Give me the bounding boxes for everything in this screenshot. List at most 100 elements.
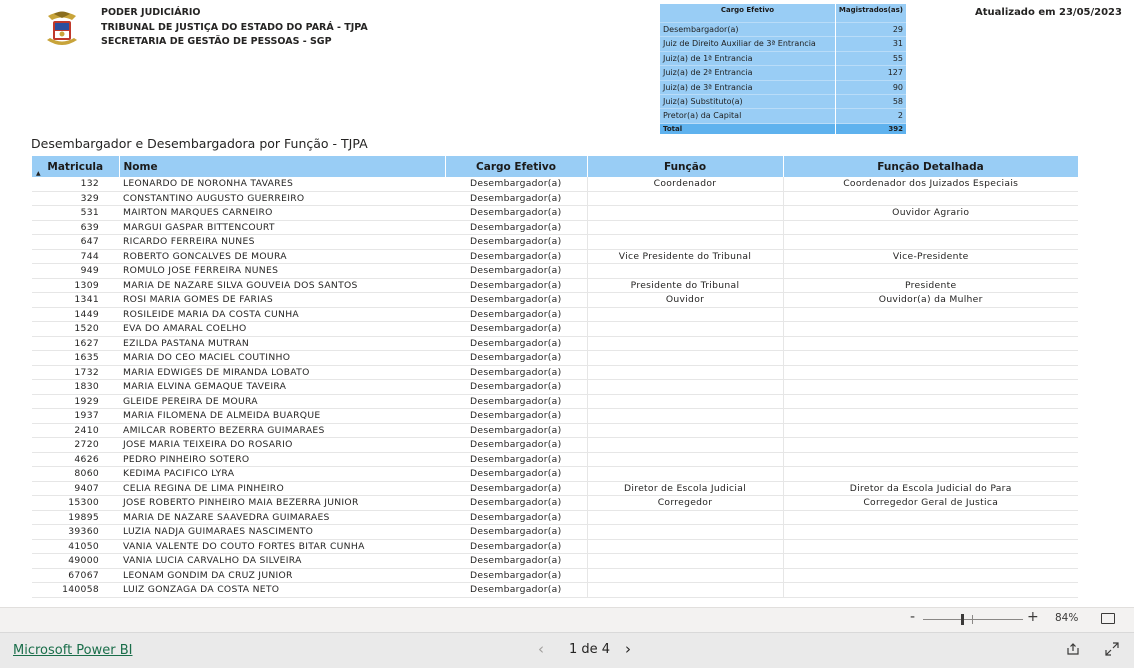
table-row[interactable]: 49000 VANIA LUCIA CARVALHO DA SILVEIRA Des… (32, 553, 1078, 569)
cell-matricula: 1937 (32, 408, 119, 424)
table-row[interactable]: 41050 VANIA VALENTE DO COUTO FORTES BITAR… (32, 539, 1078, 554)
table-row[interactable]: 1309 MARIA DE NAZARE SILVA GOUVEIA DOS SA… (32, 278, 1078, 293)
table-row[interactable]: 744 ROBERTO GONCALVES DE MOURA Desembargad… (32, 249, 1078, 264)
cell-cargo: Desembargador(a) (445, 336, 588, 351)
summary-cargo: Desembargador(a) (660, 21, 836, 37)
table-row[interactable]: 67067 LEONAM GONDIM DA CRUZ JUNIOR Desemba… (32, 568, 1078, 583)
cell-cargo: Desembargador(a) (445, 452, 588, 467)
table-row[interactable]: 39360 LUZIA NADJA GUIMARAES NASCIMENTO Des… (32, 524, 1078, 540)
summary-row[interactable]: Juiz(a) de 3ª Entrancia 90 (660, 79, 906, 95)
column-header-nome[interactable]: Nome (119, 156, 446, 177)
cell-funcao (587, 524, 784, 540)
summary-count: 55 (835, 50, 906, 66)
zoom-out-button[interactable]: - (910, 609, 915, 625)
summary-header-count[interactable]: Magistrados(as) (835, 4, 906, 23)
organization-header: PODER JUDICIÁRIO TRIBUNAL DE JUSTIÇA DO … (101, 6, 368, 50)
power-bi-link[interactable]: Microsoft Power BI (13, 643, 132, 658)
cell-matricula: 531 (32, 205, 119, 221)
cell-cargo: Desembargador(a) (445, 292, 588, 308)
fullscreen-icon[interactable] (1105, 642, 1119, 656)
table-row[interactable]: 1937 MARIA FILOMENA DE ALMEIDA BUARQUE Des… (32, 408, 1078, 424)
zoom-slider-track[interactable] (923, 619, 1023, 620)
cell-cargo: Desembargador(a) (445, 263, 588, 279)
cell-matricula: 41050 (32, 539, 119, 554)
cell-cargo: Desembargador(a) (445, 177, 588, 192)
cell-funcao-detalhada (783, 336, 1078, 351)
table-row[interactable]: 329 CONSTANTINO AUGUSTO GUERREIRO Desembar… (32, 191, 1078, 206)
table-row[interactable]: 1627 EZILDA PASTANA MUTRAN Desembargador(a… (32, 336, 1078, 351)
cell-matricula: 2410 (32, 423, 119, 438)
cell-nome: MARIA ELVINA GEMAQUE TAVEIRA (119, 379, 445, 395)
updated-date: Atualizado em 23/05/2023 (975, 7, 1122, 18)
cell-cargo: Desembargador(a) (445, 249, 588, 264)
summary-row[interactable]: Desembargador(a) 29 (660, 21, 906, 37)
column-header-funcao-detalhada[interactable]: Função Detalhada (783, 156, 1079, 177)
column-header-matricula[interactable]: Matricula (32, 156, 120, 177)
cell-funcao: Corregedor (587, 495, 784, 511)
table-row[interactable]: 1520 EVA DO AMARAL COELHO Desembargador(a) (32, 321, 1078, 337)
summary-row[interactable]: Juiz(a) Substituto(a) 58 (660, 94, 906, 109)
next-page-icon[interactable]: › (625, 640, 631, 658)
sort-ascending-icon[interactable]: ▲ (36, 170, 41, 177)
summary-header-cargo[interactable]: Cargo Efetivo (660, 4, 836, 23)
table-row[interactable]: 1732 MARIA EDWIGES DE MIRANDA LOBATO Desem… (32, 365, 1078, 380)
zoom-in-button[interactable]: + (1027, 609, 1039, 625)
summary-cargo: Juiz(a) Substituto(a) (660, 94, 836, 109)
cell-nome: MARIA DE NAZARE SAAVEDRA GUIMARAES (119, 510, 445, 525)
table-row[interactable]: 8060 KEDIMA PACIFICO LYRA Desembargador(a) (32, 466, 1078, 482)
cell-funcao-detalhada (783, 582, 1078, 598)
summary-row[interactable]: Pretor(a) da Capital 2 (660, 108, 906, 124)
cell-funcao-detalhada: Coordenador dos Juizados Especiais (783, 177, 1078, 192)
summary-row[interactable]: Juiz(a) de 1ª Entrancia 55 (660, 50, 906, 66)
table-row[interactable]: 140058 LUIZ GONZAGA DA COSTA NETO Desembar… (32, 582, 1078, 598)
cell-funcao (587, 191, 784, 206)
cell-funcao-detalhada (783, 539, 1078, 554)
summary-count: 90 (835, 79, 906, 95)
cell-nome: AMILCAR ROBERTO BEZERRA GUIMARAES (119, 423, 445, 438)
table-row[interactable]: 19895 MARIA DE NAZARE SAAVEDRA GUIMARAES D… (32, 510, 1078, 525)
zoom-slider-thumb[interactable] (961, 614, 964, 625)
table-row[interactable]: 4626 PEDRO PINHEIRO SOTERO Desembargador(a… (32, 452, 1078, 467)
cell-nome: PEDRO PINHEIRO SOTERO (119, 452, 445, 467)
cell-nome: EZILDA PASTANA MUTRAN (119, 336, 445, 351)
table-row[interactable]: 15300 JOSE ROBERTO PINHEIRO MAIA BEZERRA … (32, 495, 1078, 511)
cell-funcao (587, 336, 784, 351)
cell-funcao (587, 408, 784, 424)
table-row[interactable]: 2720 JOSE MARIA TEIXEIRA DO ROSARIO Desemb… (32, 437, 1078, 453)
table-row[interactable]: 1635 MARIA DO CEO MACIEL COUTINHO Desembar… (32, 350, 1078, 366)
table-row[interactable]: 1449 ROSILEIDE MARIA DA COSTA CUNHA Desemb… (32, 307, 1078, 322)
cell-funcao-detalhada (783, 553, 1078, 569)
summary-cargo: Pretor(a) da Capital (660, 108, 836, 124)
table-row[interactable]: 647 RICARDO FERREIRA NUNES Desembargador(a… (32, 234, 1078, 250)
cell-nome: ROMULO JOSE FERREIRA NUNES (119, 263, 445, 279)
cell-cargo: Desembargador(a) (445, 437, 588, 453)
table-row[interactable]: 949 ROMULO JOSE FERREIRA NUNES Desembargad… (32, 263, 1078, 279)
table-row[interactable]: 2410 AMILCAR ROBERTO BEZERRA GUIMARAES Des… (32, 423, 1078, 438)
table-row[interactable]: 132 LEONARDO DE NORONHA TAVARES Desembarga… (32, 177, 1078, 192)
cell-matricula: 9407 (32, 481, 119, 496)
summary-row[interactable]: Juiz de Direito Auxiliar de 3ª Entrancia… (660, 36, 906, 52)
summary-total-label: Total (660, 122, 836, 134)
cell-matricula: 949 (32, 263, 119, 279)
cell-nome: MAIRTON MARQUES CARNEIRO (119, 205, 445, 221)
share-icon[interactable] (1066, 642, 1080, 656)
cell-matricula: 8060 (32, 466, 119, 482)
cell-matricula: 1635 (32, 350, 119, 366)
table-row[interactable]: 9407 CELIA REGINA DE LIMA PINHEIRO Desemba… (32, 481, 1078, 496)
cell-cargo: Desembargador(a) (445, 394, 588, 409)
table-row[interactable]: 1929 GLEIDE PEREIRA DE MOURA Desembargador… (32, 394, 1078, 409)
previous-page-icon[interactable]: ‹ (538, 640, 544, 658)
table-row[interactable]: 531 MAIRTON MARQUES CARNEIRO Desembargador… (32, 205, 1078, 221)
fit-to-page-icon[interactable] (1101, 613, 1115, 624)
summary-row[interactable]: Juiz(a) de 2ª Entrancia 127 (660, 65, 906, 81)
cell-funcao-detalhada: Ouvidor Agrario (783, 205, 1078, 221)
column-header-cargo[interactable]: Cargo Efetivo (445, 156, 588, 177)
summary-count: 2 (835, 108, 906, 124)
cell-cargo: Desembargador(a) (445, 365, 588, 380)
column-header-funcao[interactable]: Função (587, 156, 784, 177)
cell-funcao-detalhada (783, 568, 1078, 583)
table-row[interactable]: 1830 MARIA ELVINA GEMAQUE TAVEIRA Desembar… (32, 379, 1078, 395)
table-row[interactable]: 1341 ROSI MARIA GOMES DE FARIAS Desembarga… (32, 292, 1078, 308)
org-line-2: TRIBUNAL DE JUSTIÇA DO ESTADO DO PARÁ - … (101, 21, 368, 33)
table-row[interactable]: 639 MARGUI GASPAR BITTENCOURT Desembargado… (32, 220, 1078, 235)
